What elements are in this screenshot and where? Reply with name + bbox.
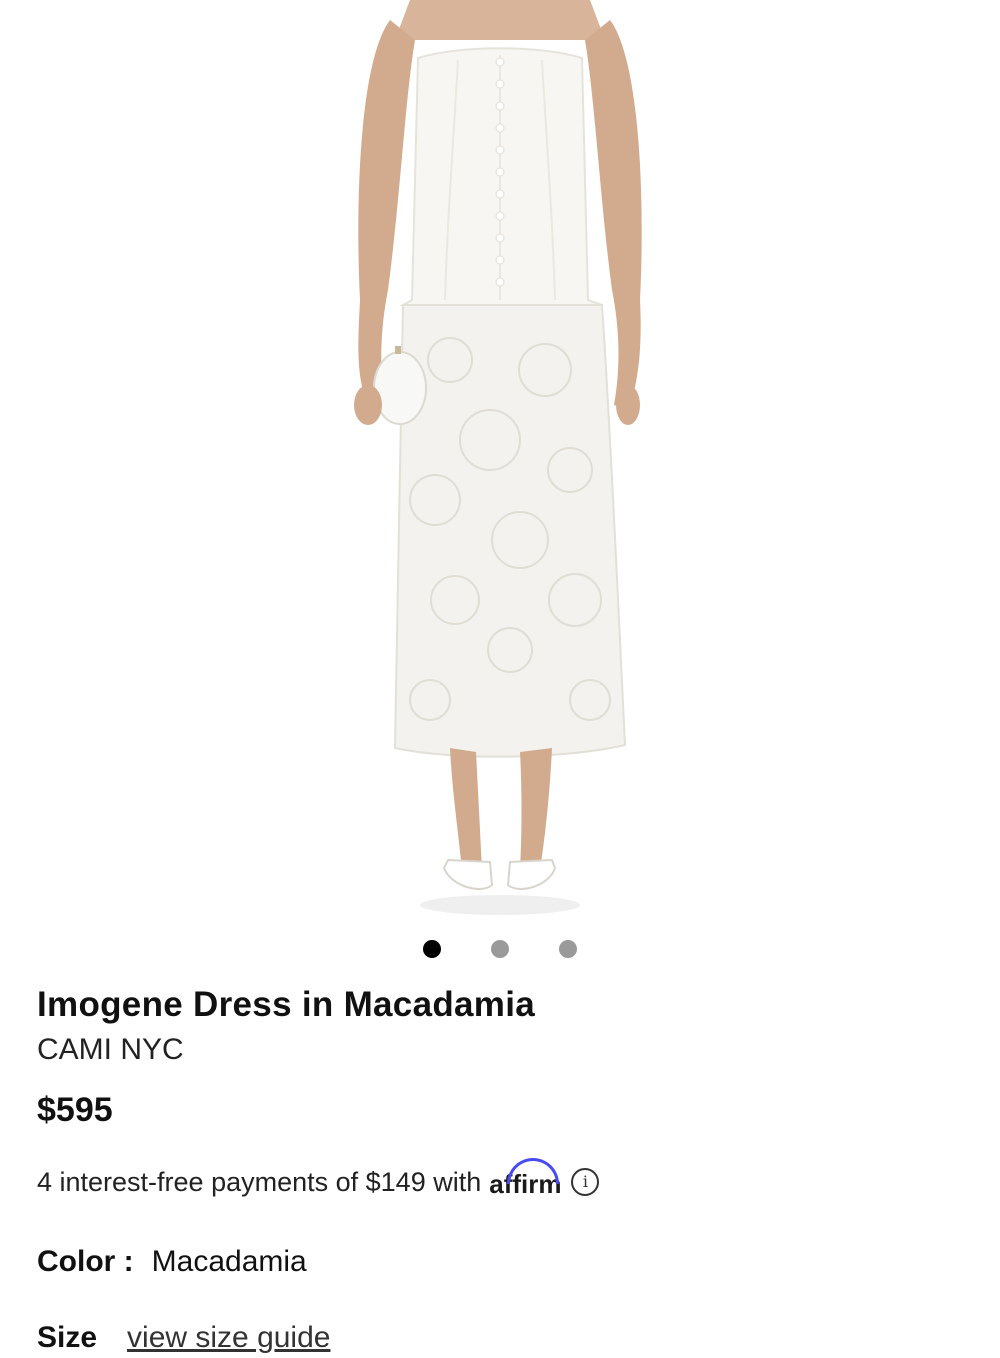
product-brand[interactable]: CAMI NYC [37,1030,967,1070]
product-price: $595 [37,1091,113,1129]
installment-text: 4 interest-free payments of $149 with [37,1167,482,1197]
product-title: Imogene Dress in Macadamia [37,985,535,1024]
carousel-dot-3[interactable] [559,940,577,958]
info-circle-icon[interactable]: i [571,1168,600,1196]
carousel-dot-1[interactable] [423,940,441,958]
installment-payments: 4 interest-free payments of $149 with af… [37,1158,967,1202]
carousel-dots [0,938,1000,960]
carousel-dot-2[interactable] [491,940,509,958]
color-label: Color : [37,1245,134,1278]
affirm-logo: affirm [489,1158,561,1202]
product-info: Imogene Dress in Macadamia CAMI NYC $595… [37,982,967,1358]
size-row: Size view size guide [37,1318,967,1358]
color-value: Macadamia [151,1245,307,1278]
model-photo [354,0,642,915]
product-image[interactable] [0,0,1000,925]
size-guide-link[interactable]: view size guide [127,1318,330,1358]
color-row: Color : Macadamia [37,1242,967,1282]
size-label: Size [37,1321,98,1354]
